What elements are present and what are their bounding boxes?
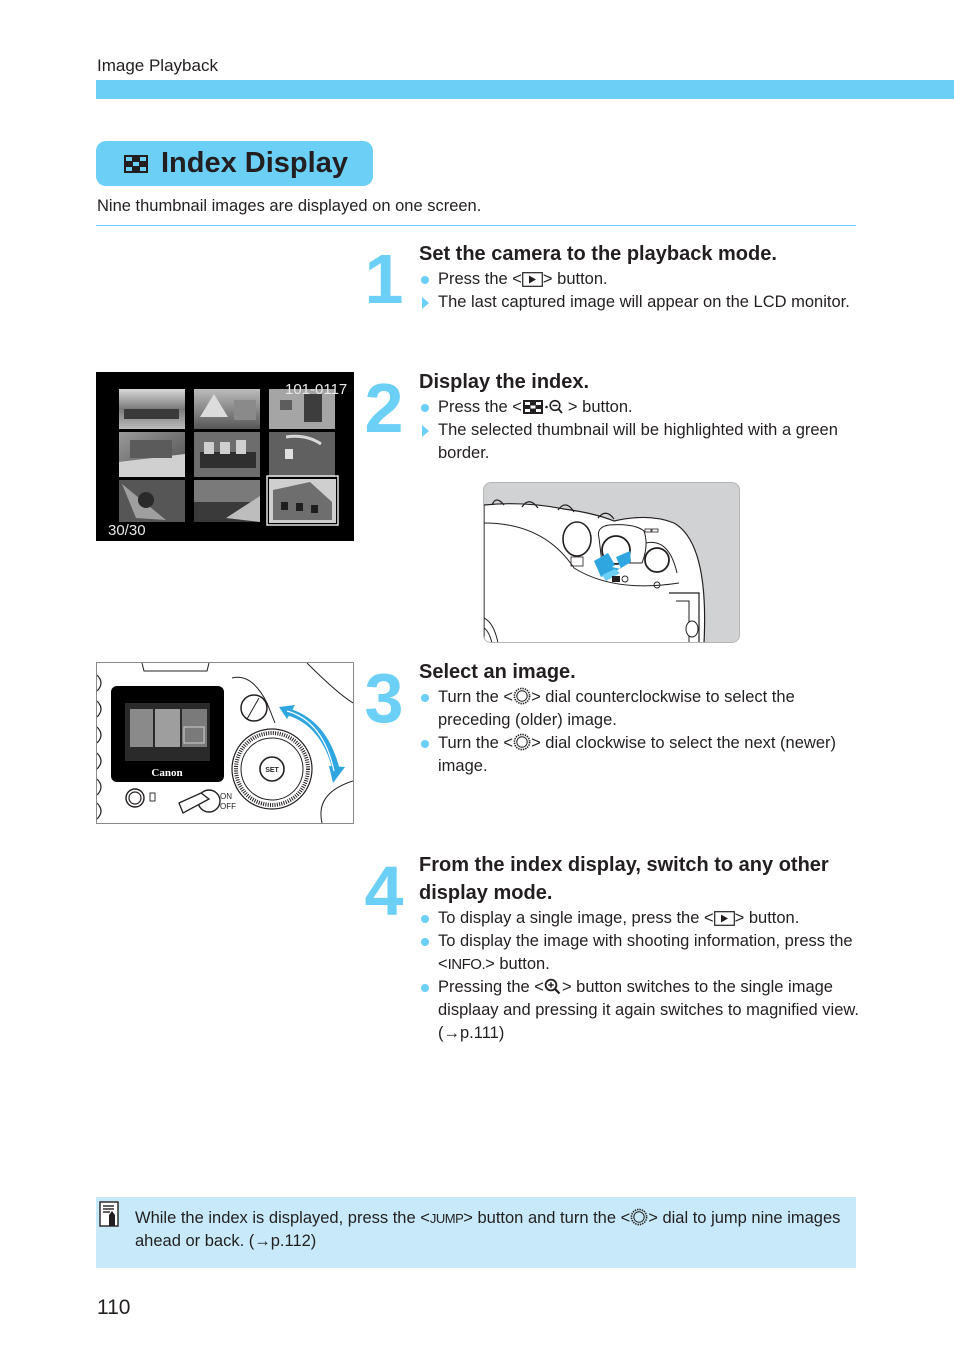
step-number: 4 <box>364 852 404 930</box>
step-number: 1 <box>364 240 404 318</box>
memo-pencil-icon <box>99 1201 119 1227</box>
list-item: Press the < > button. <box>419 396 859 419</box>
thumbnail <box>119 389 185 429</box>
info-button-glyph: INFO. <box>447 956 486 973</box>
bullet-icon <box>421 694 429 702</box>
list-item: To display the image with shooting infor… <box>419 930 859 976</box>
switch-off-label: OFF <box>220 802 236 811</box>
set-label: SET <box>265 767 279 774</box>
magnify-button-icon <box>544 978 561 995</box>
step-number: 3 <box>364 659 404 737</box>
jump-button-glyph: JUMP <box>429 1211 464 1226</box>
index-reduce-button-icon <box>522 399 563 414</box>
header-bar <box>96 80 954 99</box>
step-number: 2 <box>364 369 404 447</box>
bullet-icon <box>421 915 429 923</box>
camera-top-figure <box>484 499 706 642</box>
intro-text: Nine thumbnail images are displayed on o… <box>97 197 482 215</box>
list-item: Turn the < > dial clockwise to select the… <box>419 732 859 778</box>
quick-control-dial-icon <box>513 733 531 751</box>
camera-back-figure: Canon SET ON OFF <box>97 663 353 823</box>
bullet-icon <box>421 740 429 748</box>
brand-logo: Canon <box>151 767 182 779</box>
bullet-icon <box>421 404 429 412</box>
list-item: To display a single image, press the < > … <box>419 907 859 930</box>
step-title: Set the camera to the playback mode. <box>419 243 777 265</box>
page-title: Index Display <box>161 147 348 179</box>
camera-dial-illustration: Canon SET ON OFF <box>96 662 354 824</box>
file-number: 101-0117 <box>285 381 347 398</box>
bullet-icon <box>421 984 429 992</box>
index-thumbnails-figure: 101-0117 30/30 <box>108 381 347 539</box>
thumbnail <box>119 480 185 522</box>
list-item: The last captured image will appear on t… <box>419 291 859 314</box>
lcd-index-screenshot: 101-0117 30/30 <box>96 372 354 541</box>
list-item: Pressing the < > button switches to the s… <box>419 976 859 1045</box>
quick-control-dial-icon <box>630 1208 648 1226</box>
list-item: Turn the < > dial counterclockwise to sel… <box>419 686 859 732</box>
thumbnail <box>194 389 260 429</box>
result-arrow-icon <box>422 297 429 309</box>
thumbnail <box>119 432 185 477</box>
camera-button-illustration <box>483 482 740 643</box>
list-item: The selected thumbnail will be highlight… <box>419 419 859 465</box>
page-number: 110 <box>97 1296 131 1319</box>
power-switch-knob <box>240 694 268 722</box>
quick-control-dial-icon <box>513 687 531 705</box>
result-arrow-icon <box>422 425 429 437</box>
thumbnail <box>269 432 335 477</box>
list-item: Press the < > button. <box>419 268 859 291</box>
step-list: Press the < > button. The last captured i… <box>419 268 859 314</box>
step-4: From the index display, switch to any ot… <box>419 851 859 1045</box>
magnify-button <box>644 547 670 573</box>
bullet-icon <box>421 276 429 284</box>
step-list: Press the < > button. The selected thumbn… <box>419 396 859 465</box>
thumbnail <box>194 432 260 477</box>
divider <box>96 225 856 226</box>
thumbnail-selected <box>266 475 339 526</box>
camera-button <box>562 521 592 557</box>
section-label: Image Playback <box>97 56 218 75</box>
index-grid-icon <box>124 154 148 173</box>
step-title: From the index display, switch to any ot… <box>419 854 829 904</box>
switch-on-label: ON <box>220 792 232 801</box>
playback-button-icon <box>522 272 543 287</box>
step-3: Select an image. Turn the < > dial counte… <box>419 658 859 778</box>
step-2: Display the index. Press the < > button. … <box>419 368 859 465</box>
step-title: Select an image. <box>419 661 576 683</box>
thumbnail <box>194 480 260 522</box>
note-text: While the index is displayed, press the … <box>135 1208 841 1250</box>
playback-button-icon <box>713 911 735 926</box>
frame-counter: 30/30 <box>108 522 146 539</box>
step-title: Display the index. <box>419 371 590 393</box>
step-1: Set the camera to the playback mode. Pre… <box>419 240 859 314</box>
note-box: While the index is displayed, press the … <box>96 1197 856 1268</box>
step-list: To display a single image, press the < > … <box>419 907 859 1045</box>
page-title-banner: Index Display <box>96 141 373 186</box>
step-list: Turn the < > dial counterclockwise to sel… <box>419 686 859 778</box>
bullet-icon <box>421 938 429 946</box>
